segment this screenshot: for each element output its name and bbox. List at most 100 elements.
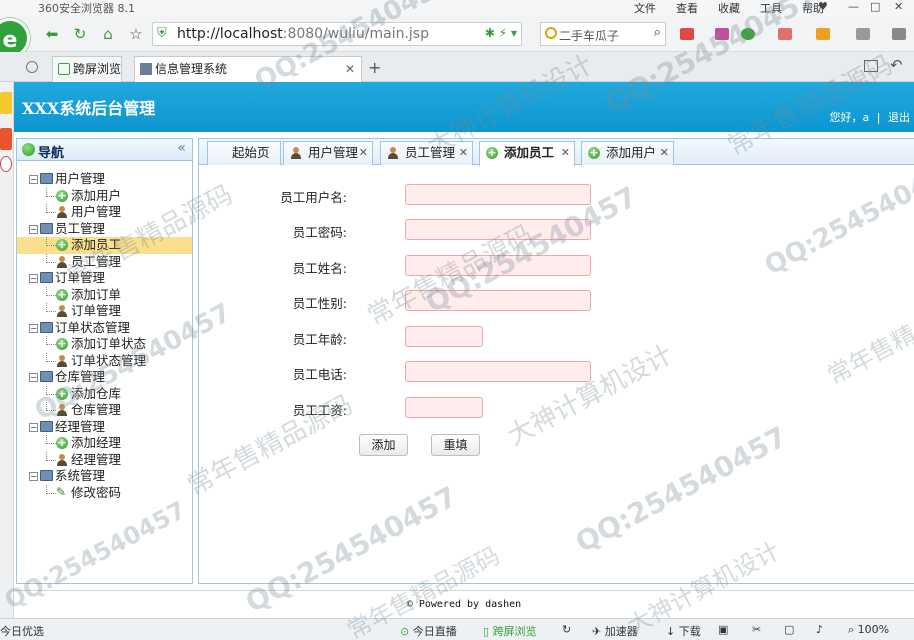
- status-accelerator[interactable]: ✈ 加速器: [592, 623, 638, 639]
- reset-button[interactable]: 重填: [431, 434, 480, 456]
- nav-group[interactable]: − 员工管理: [17, 221, 192, 238]
- status-download[interactable]: ↓ 下载: [666, 623, 701, 639]
- apps-icon[interactable]: [680, 28, 694, 40]
- back-icon[interactable]: ⬅: [42, 24, 62, 44]
- nav-item[interactable]: 订单管理: [17, 303, 192, 320]
- nav-item[interactable]: + 添加订单状态: [17, 336, 192, 353]
- home-icon[interactable]: ⌂: [98, 24, 118, 44]
- sidebar-fire-icon[interactable]: [0, 128, 12, 150]
- undo-close-icon[interactable]: ↶: [890, 56, 903, 74]
- bookmark-star-icon[interactable]: ☆: [126, 24, 146, 44]
- close-tab-icon[interactable]: ✕: [660, 142, 669, 164]
- user-icon: [387, 147, 399, 159]
- nav-item[interactable]: + 添加仓库: [17, 385, 192, 403]
- nav-item[interactable]: + 添加用户: [17, 187, 192, 205]
- sidebar-bolt-icon[interactable]: [0, 92, 12, 114]
- status-cross-screen[interactable]: ▯ 跨屏浏览: [483, 623, 537, 639]
- close-tab-icon[interactable]: ✕: [561, 142, 570, 164]
- close-tab-icon[interactable]: ✕: [359, 142, 368, 164]
- cloud-icon[interactable]: [26, 61, 38, 73]
- refresh-icon[interactable]: ↻: [70, 24, 90, 44]
- close-tab-icon[interactable]: ✕: [459, 142, 468, 164]
- status-scissors-icon[interactable]: ✂: [752, 623, 761, 636]
- status-sound-icon[interactable]: ♪: [816, 623, 823, 636]
- menu-favorites[interactable]: 收藏: [718, 0, 740, 16]
- status-daily-picks[interactable]: 今日优选: [0, 623, 44, 639]
- nav-item[interactable]: + 添加订单: [17, 286, 192, 304]
- address-bar[interactable]: ⛨ http://localhost:8080/wuliu/main.jsp ✱…: [152, 22, 522, 46]
- tab-list-icon[interactable]: [864, 60, 878, 72]
- tab-label: 添加用户: [606, 145, 657, 160]
- add-icon: +: [56, 337, 68, 350]
- close-tab-icon[interactable]: ✕: [345, 57, 355, 81]
- collapse-toggle-icon[interactable]: −: [29, 422, 38, 432]
- status-refresh-icon[interactable]: ↻: [562, 623, 571, 636]
- gift-icon[interactable]: [816, 28, 830, 40]
- nav-item[interactable]: + 添加员工: [17, 237, 192, 254]
- add-icon: +: [56, 188, 68, 202]
- address-actions-icon[interactable]: ✱ ⚡ ▾: [485, 26, 517, 40]
- search-icon[interactable]: ⌕: [654, 25, 661, 40]
- search-box[interactable]: 二手车瓜子 ⌕: [540, 22, 666, 46]
- money-icon[interactable]: [741, 28, 755, 40]
- nav-item-label: 仓库管理: [71, 402, 122, 417]
- address-url[interactable]: http://localhost:8080/wuliu/main.jsp: [177, 26, 429, 42]
- nav-group[interactable]: − 用户管理: [17, 171, 192, 188]
- nav-group-label: 经理管理: [55, 418, 106, 434]
- status-pdf-icon[interactable]: ▣: [718, 623, 728, 636]
- pdf-icon[interactable]: [778, 28, 792, 40]
- skin-icon[interactable]: ♥: [818, 0, 828, 13]
- search-input[interactable]: 二手车瓜子: [559, 27, 619, 44]
- browser-tab-info-system[interactable]: 信息管理系统 ✕: [134, 56, 362, 82]
- add-button[interactable]: 添加: [359, 434, 408, 456]
- password-field[interactable]: [405, 219, 591, 240]
- close-window-icon[interactable]: ✕: [894, 0, 903, 13]
- form-row-salary: 员工工资:: [199, 397, 914, 419]
- nav-item[interactable]: 用户管理: [17, 204, 192, 221]
- new-tab-icon[interactable]: +: [368, 58, 381, 77]
- menu-file[interactable]: 文件: [634, 0, 656, 16]
- collapse-toggle-icon[interactable]: −: [29, 175, 38, 184]
- collapse-toggle-icon[interactable]: −: [29, 274, 38, 283]
- tab-add-user[interactable]: + 添加用户 ✕: [581, 141, 674, 165]
- nav-group[interactable]: − 订单状态管理: [17, 320, 192, 337]
- menu-icon[interactable]: [892, 28, 906, 40]
- phone-field[interactable]: [405, 361, 591, 382]
- nav-group[interactable]: − 系统管理: [17, 468, 192, 485]
- menu-tools[interactable]: 工具: [760, 0, 782, 16]
- name-field[interactable]: [405, 255, 591, 276]
- nav-item[interactable]: 订单状态管理: [17, 352, 192, 370]
- salary-field[interactable]: [405, 397, 483, 418]
- menu-view[interactable]: 查看: [676, 0, 698, 16]
- nav-group[interactable]: − 订单管理: [17, 270, 192, 287]
- tab-user-management[interactable]: 用户管理 ✕: [283, 141, 373, 165]
- maximize-icon[interactable]: □: [870, 0, 880, 13]
- nav-group[interactable]: − 经理管理: [17, 419, 192, 436]
- username-field[interactable]: [405, 184, 591, 205]
- nav-item[interactable]: 仓库管理: [17, 402, 192, 419]
- logout-link[interactable]: 退出: [888, 111, 910, 124]
- favorites-icon[interactable]: [715, 28, 729, 40]
- collapse-toggle-icon[interactable]: −: [29, 472, 38, 481]
- collapse-toggle-icon[interactable]: −: [29, 323, 38, 333]
- nav-group[interactable]: − 仓库管理: [17, 369, 192, 386]
- collapse-toggle-icon[interactable]: −: [29, 373, 38, 382]
- nav-item[interactable]: 员工管理: [17, 253, 192, 271]
- sidebar-weibo-icon[interactable]: [0, 156, 12, 172]
- status-zoom[interactable]: ⌕ 100%: [848, 623, 889, 637]
- nav-item[interactable]: ✎ 修改密码: [17, 484, 192, 502]
- screenshot-icon[interactable]: [856, 28, 870, 40]
- status-live[interactable]: ⊙ 今日直播: [400, 623, 457, 639]
- nav-item[interactable]: 经理管理: [17, 451, 192, 469]
- nav-item[interactable]: + 添加经理: [17, 435, 192, 452]
- browser-tab-cross-screen[interactable]: 跨屏浏览: [52, 56, 122, 82]
- tab-home[interactable]: 起始页: [207, 141, 281, 165]
- gender-field[interactable]: [405, 290, 591, 311]
- tab-add-employee[interactable]: + 添加员工 ✕: [479, 141, 575, 166]
- collapse-toggle-icon[interactable]: −: [29, 224, 38, 234]
- status-window-icon[interactable]: ▢: [784, 623, 794, 636]
- age-field[interactable]: [405, 326, 483, 347]
- tab-employee-management[interactable]: 员工管理 ✕: [380, 141, 473, 165]
- collapse-icon[interactable]: «: [177, 140, 186, 156]
- minimize-icon[interactable]: —: [848, 0, 859, 13]
